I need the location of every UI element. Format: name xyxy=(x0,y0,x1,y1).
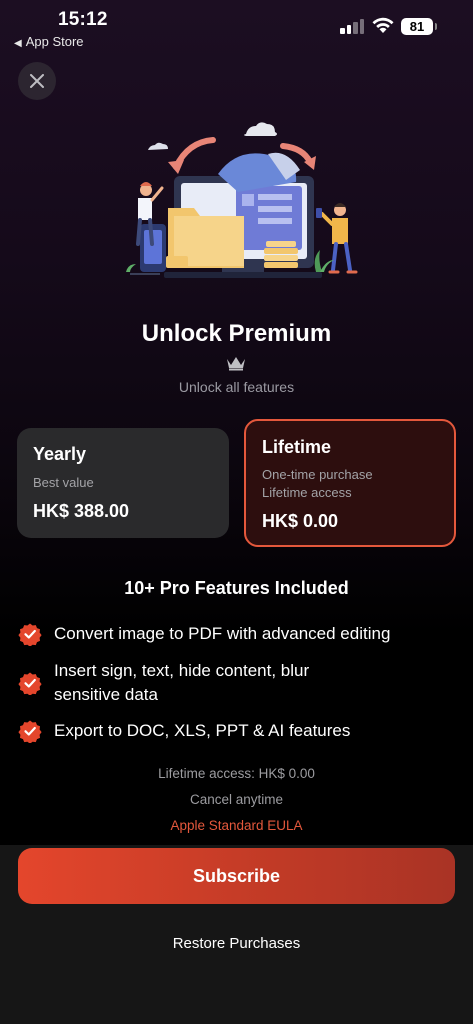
page-title: Unlock Premium xyxy=(141,320,332,347)
cellular-signal-icon xyxy=(340,18,366,34)
features-title: 10+ Pro Features Included xyxy=(124,578,349,598)
plan-name: Lifetime xyxy=(262,437,332,457)
plan-description: One-time purchase xyxy=(262,467,373,482)
close-button[interactable] xyxy=(18,62,56,100)
plan-name: Yearly xyxy=(33,444,87,464)
feature-item: Convert image to PDF with advanced editi… xyxy=(18,622,434,646)
verified-badge-icon xyxy=(18,623,42,646)
battery-icon: 81 xyxy=(401,18,433,35)
crown-icon xyxy=(227,357,245,371)
back-to-app-store-link[interactable]: ◀ App Store xyxy=(14,34,84,49)
status-bar: 15:12 ◀ App Store 81 xyxy=(0,0,473,54)
subscribe-button[interactable]: Subscribe xyxy=(18,848,455,904)
back-triangle-icon: ◀ xyxy=(14,38,22,49)
plan-description-secondary: Lifetime access xyxy=(262,485,352,500)
plan-card-yearly[interactable]: Yearly Best value HK$ 388.00 xyxy=(17,428,229,538)
feature-text: Convert image to PDF with advanced editi… xyxy=(54,624,391,643)
feature-item: Insert sign, text, hide content, blur se… xyxy=(18,659,364,707)
plan-price: HK$ 388.00 xyxy=(33,501,130,521)
eula-link[interactable]: Apple Standard EULA xyxy=(0,818,473,833)
status-time: 15:12 xyxy=(58,9,108,30)
plan-description: Best value xyxy=(33,475,94,490)
feature-text: Export to DOC, XLS, PPT & AI features xyxy=(54,721,351,740)
close-icon xyxy=(30,74,44,88)
wifi-icon xyxy=(372,17,394,33)
restore-purchases-button[interactable]: Restore Purchases xyxy=(0,935,473,952)
verified-badge-icon xyxy=(18,720,42,743)
feature-item: Export to DOC, XLS, PPT & AI features xyxy=(18,719,434,743)
verified-badge-icon xyxy=(18,672,42,695)
plan-price: HK$ 0.00 xyxy=(262,511,339,531)
feature-text: Insert sign, text, hide content, blur se… xyxy=(54,661,310,704)
battery-nub xyxy=(435,23,437,30)
plan-card-lifetime[interactable]: Lifetime One-time purchase Lifetime acce… xyxy=(244,419,456,547)
cancel-note: Cancel anytime xyxy=(189,792,284,807)
back-app-label: App Store xyxy=(25,34,84,49)
access-note: Lifetime access: HK$ 0.00 xyxy=(158,766,315,781)
page-subtitle: Unlock all features xyxy=(178,379,295,395)
file-transfer-illustration xyxy=(126,122,358,278)
